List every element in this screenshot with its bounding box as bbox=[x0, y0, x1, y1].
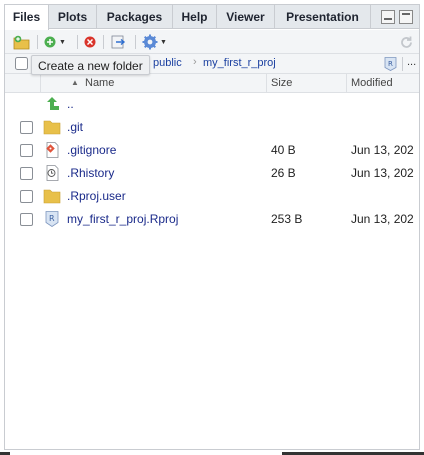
tab-help[interactable]: Help bbox=[173, 5, 217, 29]
file-modified: Jun 13, 202 bbox=[351, 166, 414, 180]
home-icon[interactable] bbox=[15, 57, 28, 70]
refresh-button[interactable] bbox=[399, 34, 414, 50]
sort-ascending-icon: ▲ bbox=[71, 78, 79, 87]
history-file-icon bbox=[46, 165, 59, 181]
file-name-link[interactable]: my_first_r_proj.Rproj bbox=[67, 212, 178, 226]
new-folder-icon bbox=[13, 35, 30, 49]
new-blank-file-icon bbox=[44, 36, 56, 48]
row-checkbox[interactable] bbox=[20, 167, 33, 180]
delete-button[interactable] bbox=[83, 34, 97, 50]
tab-files[interactable]: Files bbox=[5, 5, 49, 30]
folder-icon bbox=[43, 189, 61, 204]
tab-viewer[interactable]: Viewer bbox=[217, 5, 275, 29]
file-name-link[interactable]: .gitignore bbox=[67, 143, 116, 157]
folder-icon bbox=[43, 120, 61, 135]
tab-bar: Files Plots Packages Help Viewer Present… bbox=[5, 5, 419, 30]
files-toolbar: ▼ ▼ bbox=[5, 30, 419, 54]
new-folder-button[interactable] bbox=[13, 34, 31, 50]
file-list-header: ▲ Name Size Modified bbox=[5, 74, 419, 93]
header-modified-label: Modified bbox=[351, 77, 393, 89]
header-name-label: Name bbox=[85, 77, 115, 89]
chevron-down-icon: ▼ bbox=[160, 38, 167, 46]
header-size-column[interactable]: Size bbox=[267, 74, 347, 92]
header-name-column[interactable]: ▲ Name bbox=[41, 74, 267, 92]
rproj-file-icon: R bbox=[45, 211, 59, 227]
rename-icon bbox=[111, 35, 126, 49]
file-modified: Jun 13, 202 bbox=[351, 212, 414, 226]
table-row[interactable]: R my_first_r_proj.Rproj 253 B Jun 13, 20… bbox=[5, 208, 419, 231]
gear-icon bbox=[142, 34, 158, 50]
chevron-down-icon: ▼ bbox=[59, 38, 66, 46]
new-blank-file-button[interactable]: ▼ bbox=[43, 34, 66, 50]
svg-text:R: R bbox=[388, 60, 393, 68]
file-name-link[interactable]: .Rhistory bbox=[67, 166, 114, 180]
file-size: 26 B bbox=[271, 166, 296, 180]
tab-presentation[interactable]: Presentation bbox=[275, 5, 371, 29]
table-row[interactable]: .gitignore 40 B Jun 13, 202 bbox=[5, 139, 419, 162]
parent-directory-link[interactable]: .. bbox=[67, 97, 74, 111]
row-checkbox[interactable] bbox=[20, 121, 33, 134]
rename-button[interactable] bbox=[111, 34, 127, 50]
maximize-pane-button[interactable] bbox=[399, 10, 413, 24]
file-size: 40 B bbox=[271, 143, 296, 157]
row-checkbox[interactable] bbox=[20, 213, 33, 226]
tab-plots[interactable]: Plots bbox=[49, 5, 97, 29]
path-segment-project[interactable]: my_first_r_proj bbox=[203, 57, 276, 69]
tab-packages[interactable]: Packages bbox=[97, 5, 173, 29]
header-modified-column[interactable]: Modified bbox=[347, 74, 419, 92]
up-arrow-icon bbox=[47, 97, 59, 110]
parent-directory-row[interactable]: .. bbox=[5, 93, 419, 116]
row-checkbox[interactable] bbox=[20, 144, 33, 157]
file-name-link[interactable]: .Rproj.user bbox=[67, 189, 126, 203]
gitignore-file-icon bbox=[46, 142, 59, 158]
more-actions-button[interactable]: ▼ bbox=[142, 34, 167, 50]
table-row[interactable]: .git bbox=[5, 116, 419, 139]
header-size-label: Size bbox=[271, 77, 293, 89]
header-checkbox-column bbox=[5, 74, 41, 92]
refresh-icon bbox=[401, 36, 412, 48]
table-row[interactable]: .Rproj.user bbox=[5, 185, 419, 208]
file-modified: Jun 13, 202 bbox=[351, 143, 414, 157]
path-more-button[interactable]: ... bbox=[407, 56, 416, 68]
new-folder-tooltip: Create a new folder bbox=[31, 55, 150, 75]
files-pane: Files Plots Packages Help Viewer Present… bbox=[4, 4, 420, 450]
rproj-icon[interactable]: R bbox=[384, 57, 397, 71]
table-row[interactable]: .Rhistory 26 B Jun 13, 202 bbox=[5, 162, 419, 185]
minimize-pane-button[interactable] bbox=[381, 10, 395, 24]
row-checkbox[interactable] bbox=[20, 190, 33, 203]
file-list: .. .git .gitignore 40 B Jun 13, 202 .Rhi… bbox=[5, 93, 419, 231]
delete-icon bbox=[84, 36, 96, 48]
file-name-link[interactable]: .git bbox=[67, 120, 83, 134]
svg-text:R: R bbox=[49, 214, 55, 223]
path-segment-public[interactable]: public bbox=[153, 57, 182, 69]
file-size: 253 B bbox=[271, 212, 303, 226]
path-separator: › bbox=[193, 56, 197, 68]
